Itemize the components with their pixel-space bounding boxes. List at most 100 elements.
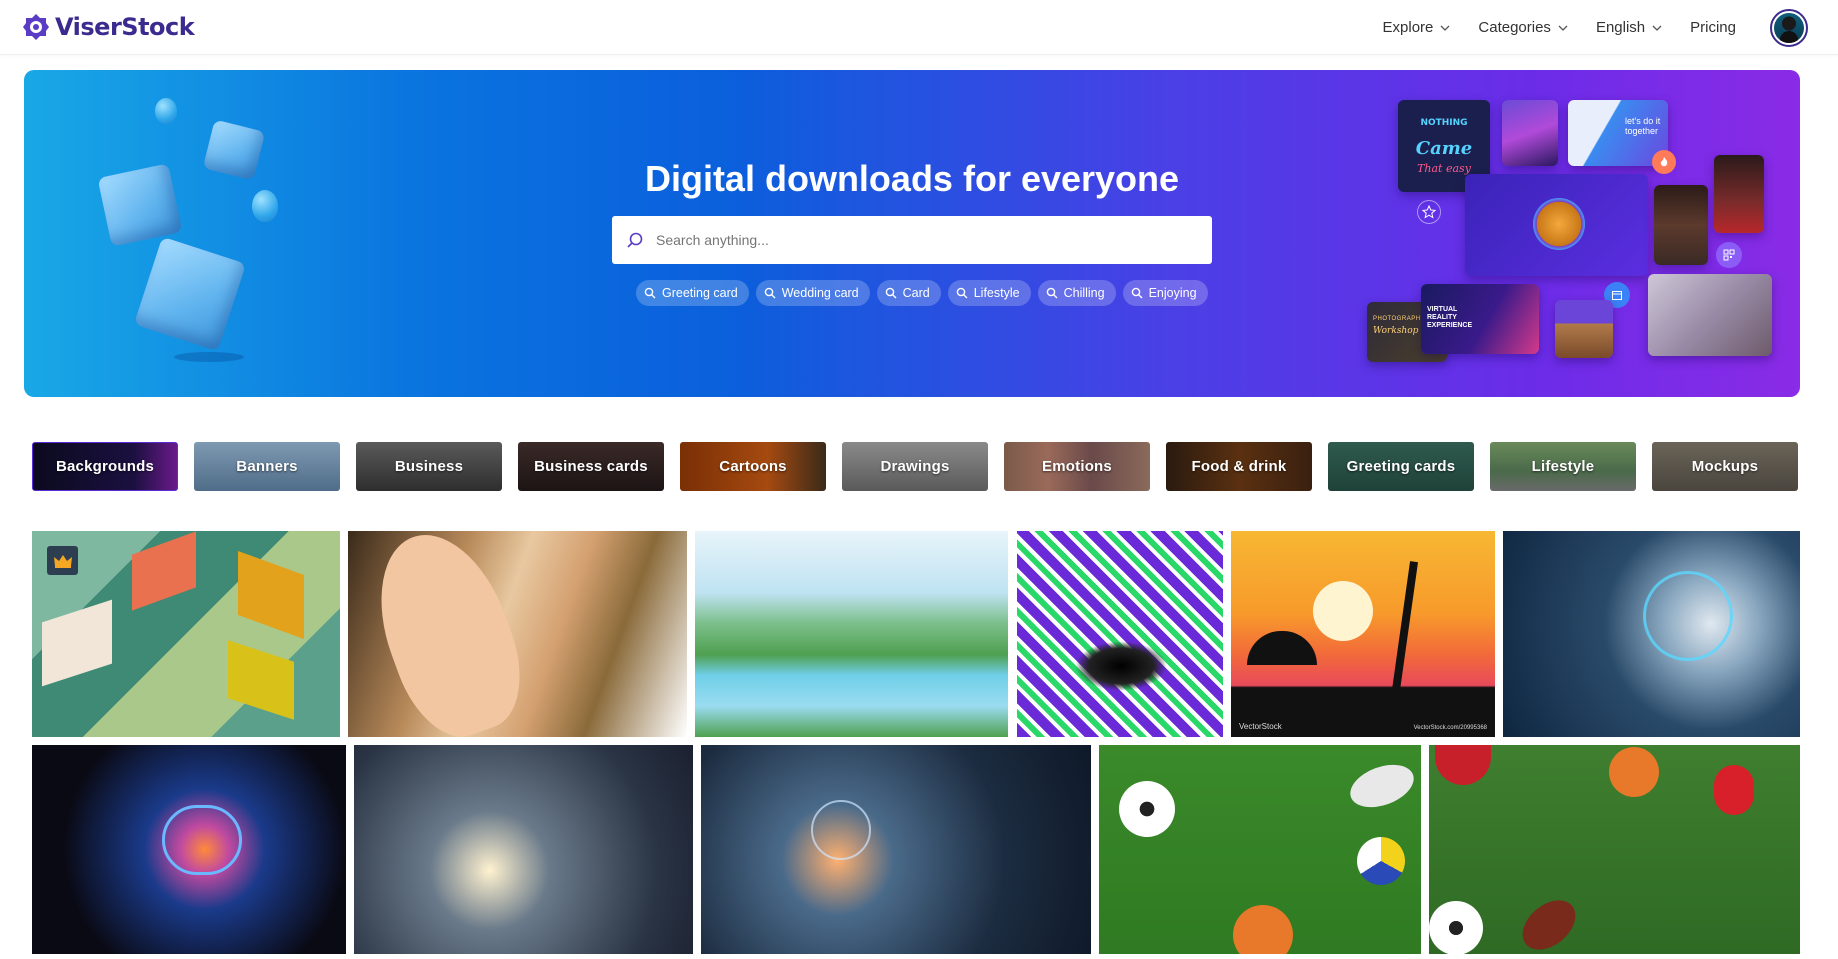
tag-chip[interactable]: Card	[876, 280, 941, 306]
gallery-item-river-landscape[interactable]	[695, 531, 1008, 737]
chevron-down-icon	[1558, 25, 1568, 31]
avatar-image	[1774, 12, 1804, 43]
collage-friends	[1648, 274, 1772, 356]
collage-portrait-woman	[1654, 185, 1708, 265]
watermark-left: VectorStock	[1239, 722, 1282, 731]
tag-chip[interactable]: Enjoying	[1122, 280, 1208, 306]
tag-chip[interactable]: Wedding card	[755, 280, 870, 306]
category-lifestyle[interactable]: Lifestyle	[1490, 442, 1636, 491]
palm-shape	[1391, 561, 1419, 691]
category-label: Emotions	[1042, 458, 1112, 475]
category-label: Greeting cards	[1346, 458, 1456, 475]
category-label: Mockups	[1691, 458, 1759, 475]
hero-banner: Digital downloads for everyone Greeting …	[24, 70, 1800, 397]
category-label: Backgrounds	[55, 458, 155, 475]
search-bar[interactable]	[612, 216, 1212, 264]
rugby-ball	[1513, 890, 1585, 954]
umbrella-shape	[1247, 631, 1317, 665]
illusion-hole	[1075, 641, 1167, 691]
category-label: Banners	[236, 458, 298, 475]
collage-portrait-purple	[1502, 100, 1558, 166]
gallery-item-ai-brain[interactable]	[32, 745, 346, 954]
category-food-drink[interactable]: Food & drink	[1166, 442, 1312, 491]
workshop-label: PHOTOGRAPHY	[1373, 316, 1426, 322]
category-list: Backgrounds Banners Business Business ca…	[32, 442, 1798, 491]
gallery-item-network-hands[interactable]	[354, 745, 693, 954]
category-label: Food & drink	[1191, 458, 1287, 475]
popular-tags: Greeting card Wedding card Card Lifestyl…	[636, 280, 1208, 306]
gallery-item-business-tech[interactable]	[701, 745, 1091, 954]
house-shape	[228, 640, 294, 720]
search-icon	[885, 287, 897, 299]
workshop-script: Workshop	[1373, 326, 1419, 336]
nav-language[interactable]: English	[1596, 19, 1662, 36]
category-label: Cartoons	[719, 458, 787, 475]
search-icon	[764, 287, 776, 299]
brand-name: ViserStock	[55, 13, 195, 41]
gallery-item-isometric-houses[interactable]	[32, 531, 340, 737]
chevron-down-icon	[1652, 25, 1662, 31]
helmet	[1435, 745, 1491, 785]
gift-shadow	[174, 352, 244, 362]
tag-chip[interactable]: Greeting card	[636, 280, 749, 306]
gallery-item-woman-portrait[interactable]	[348, 531, 687, 737]
brain-shape	[162, 805, 242, 875]
search-icon	[1131, 287, 1143, 299]
basketball	[1609, 747, 1659, 797]
brand-logo[interactable]: ViserStock	[21, 12, 195, 42]
category-label: Business cards	[534, 458, 648, 475]
search-icon	[644, 287, 656, 299]
top-navbar: ViserStock Explore Categories English Pr…	[0, 0, 1838, 55]
nav-explore[interactable]: Explore	[1383, 19, 1451, 36]
user-avatar[interactable]	[1770, 8, 1808, 47]
crown-icon	[53, 554, 72, 568]
category-mockups[interactable]: Mockups	[1652, 442, 1798, 491]
hud-ring	[1643, 571, 1733, 661]
nav-pricing[interactable]: Pricing	[1690, 19, 1736, 36]
fire-icon	[1652, 150, 1676, 174]
gallery-item-optical-illusion[interactable]	[1017, 531, 1223, 737]
star-icon	[1417, 200, 1441, 224]
soccer-ball	[1429, 901, 1483, 954]
gift-decoration	[133, 236, 247, 352]
house-shape	[238, 550, 304, 640]
tag-label: Chilling	[1063, 286, 1105, 300]
category-business-cards[interactable]: Business cards	[518, 442, 664, 491]
slide-text: let's do it together	[1625, 116, 1661, 136]
vr-line: VIRTUAL	[1427, 306, 1458, 313]
main-nav: Explore Categories English Pricing	[1383, 0, 1808, 55]
qr-icon	[1716, 242, 1742, 268]
category-cartoons[interactable]: Cartoons	[680, 442, 826, 491]
category-business[interactable]: Business	[356, 442, 502, 491]
category-backgrounds[interactable]: Backgrounds	[32, 442, 178, 491]
category-drawings[interactable]: Drawings	[842, 442, 988, 491]
soccer-ball	[1119, 781, 1175, 837]
tag-label: Enjoying	[1148, 286, 1197, 300]
collage-portrait-man	[1714, 155, 1764, 233]
logo-icon	[23, 14, 49, 40]
sun-shape	[1313, 581, 1373, 641]
nav-categories[interactable]: Categories	[1478, 19, 1568, 36]
tag-chip[interactable]: Lifestyle	[947, 280, 1031, 306]
vr-text: VIRTUAL REALITY EXPERIENCE	[1427, 306, 1472, 330]
premium-badge	[47, 546, 78, 575]
chevron-down-icon	[1440, 25, 1450, 31]
category-greeting-cards[interactable]: Greeting cards	[1328, 442, 1474, 491]
tag-label: Card	[902, 286, 930, 300]
gallery-item-tech-interface[interactable]	[1503, 531, 1800, 737]
category-emotions[interactable]: Emotions	[1004, 442, 1150, 491]
search-icon	[627, 232, 643, 248]
gallery-item-sports-equipment[interactable]	[1099, 745, 1421, 954]
nav-categories-label: Categories	[1478, 19, 1551, 36]
collage-coin	[1465, 174, 1648, 276]
search-input[interactable]	[656, 232, 1196, 248]
poster-text-1: NOTHING	[1420, 118, 1468, 128]
watermark-right: VectorStock.com/20995368	[1413, 725, 1487, 731]
gallery-item-sports-balls[interactable]	[1429, 745, 1800, 954]
category-banners[interactable]: Banners	[194, 442, 340, 491]
search-icon	[1046, 287, 1058, 299]
tag-label: Lifestyle	[973, 286, 1020, 300]
tag-chip[interactable]: Chilling	[1037, 280, 1116, 306]
gallery-item-beach-sunset[interactable]: VectorStock VectorStock.com/20995368	[1231, 531, 1495, 737]
search-icon	[956, 287, 968, 299]
